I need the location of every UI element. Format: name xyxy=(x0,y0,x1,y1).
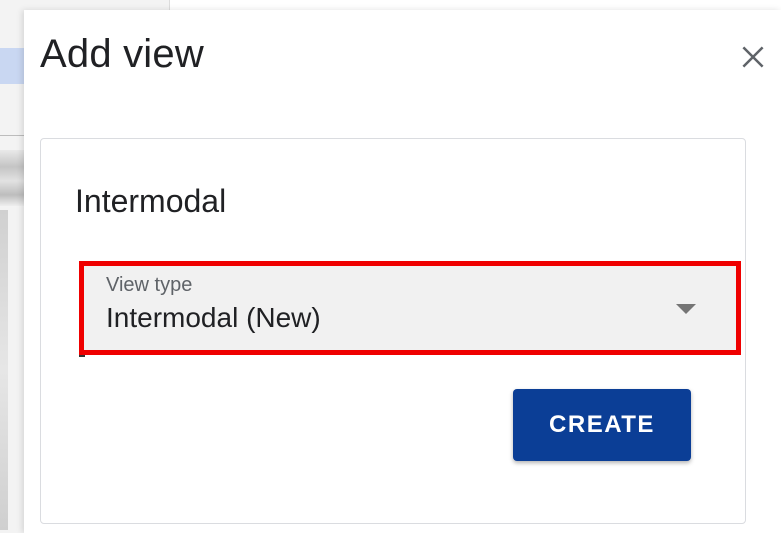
select-underline xyxy=(79,355,85,357)
dialog-title: Add view xyxy=(40,32,204,76)
add-view-dialog: Add view Intermodal View type Intermodal… xyxy=(24,10,781,533)
close-button[interactable] xyxy=(734,38,772,76)
view-type-value: Intermodal (New) xyxy=(106,302,321,333)
close-icon xyxy=(742,46,764,68)
chevron-down-icon[interactable] xyxy=(676,304,696,314)
card-title: Intermodal xyxy=(75,183,227,219)
screen: Add view Intermodal View type Intermodal… xyxy=(0,0,781,533)
view-type-label: View type xyxy=(106,274,193,296)
background-stripe xyxy=(0,210,8,530)
view-type-select[interactable]: View type Intermodal (New) xyxy=(79,261,741,357)
create-button[interactable]: CREATE xyxy=(513,389,691,461)
view-card: Intermodal View type Intermodal (New) CR… xyxy=(40,138,746,524)
